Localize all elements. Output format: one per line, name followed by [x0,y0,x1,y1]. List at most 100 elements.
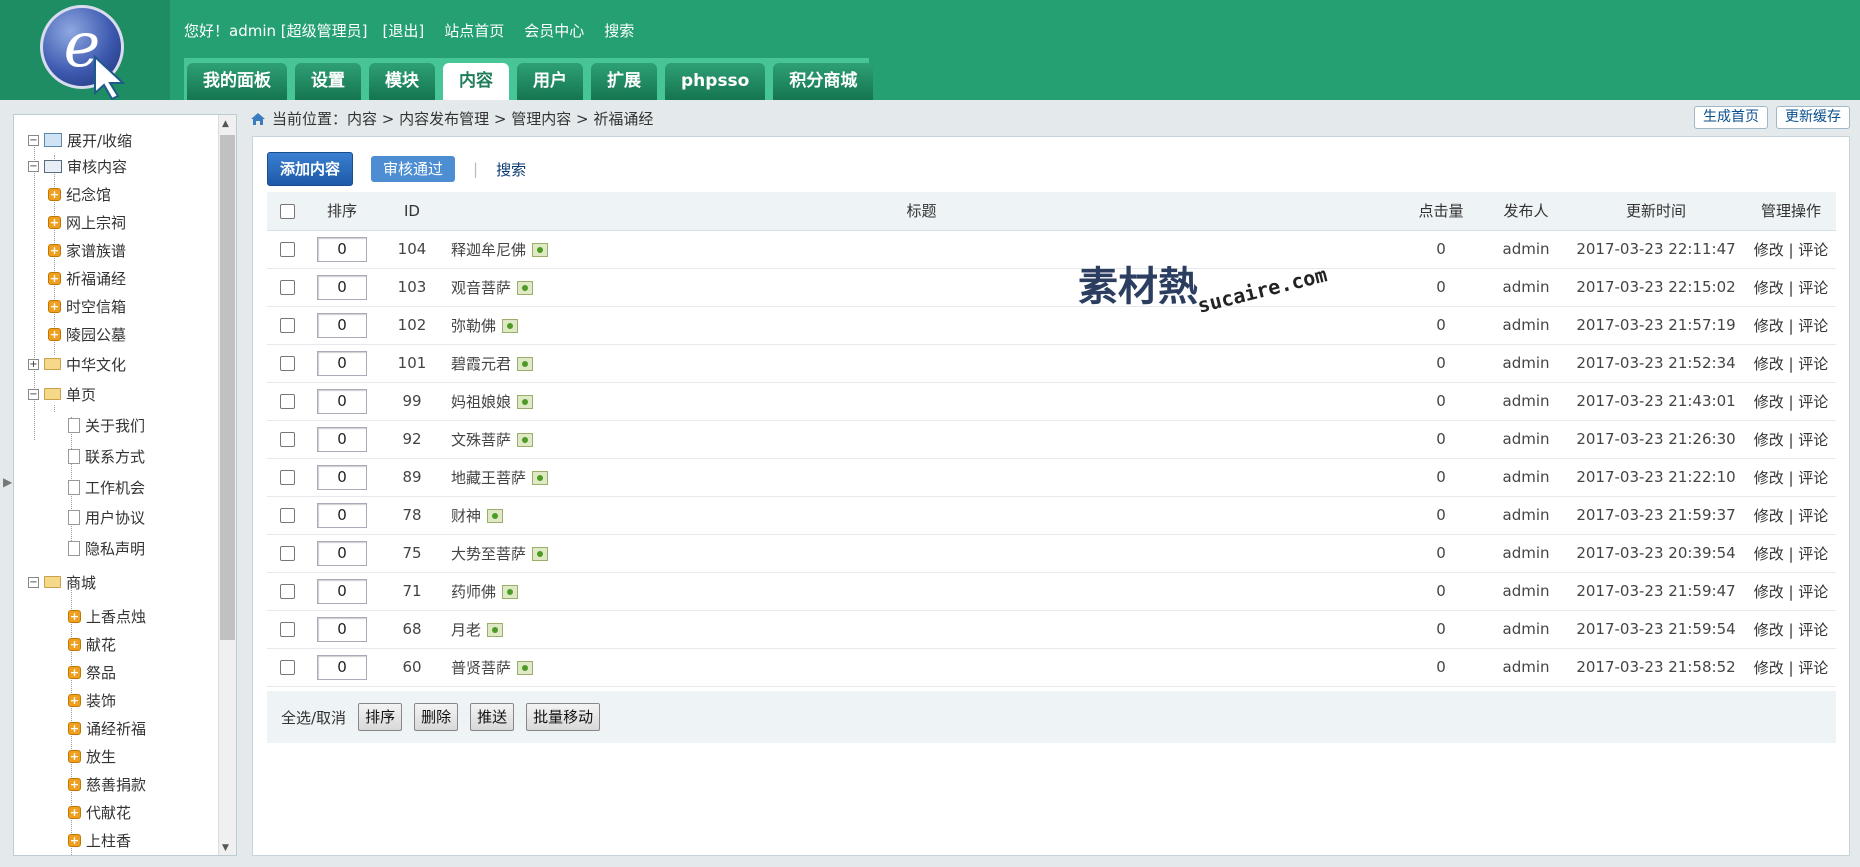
push-button[interactable]: 推送 [470,703,515,731]
tab-points-mall[interactable]: 积分商城 [773,63,874,100]
tree-item[interactable]: + 献花 [68,633,116,655]
add-content-button[interactable]: 添加内容 [267,152,354,186]
tab-my-panel[interactable]: 我的面板 [187,63,287,100]
row-ops[interactable]: 修改 | 评论 [1746,230,1836,269]
row-ops[interactable]: 修改 | 评论 [1746,268,1836,307]
row-checkbox[interactable] [279,356,295,371]
tab-settings[interactable]: 设置 [295,63,361,100]
tree-item[interactable]: 联系方式 [68,445,145,467]
tree-item[interactable]: 工作机会 [68,476,145,498]
tree-item[interactable]: + 代献花 [68,801,131,823]
row-title-link[interactable]: 文殊菩萨 [451,431,511,449]
order-input[interactable]: 0 [317,616,367,642]
row-title-link[interactable]: 弥勒佛 [451,317,496,335]
row-title-link[interactable]: 普贤菩萨 [451,659,511,677]
tree-review[interactable]: − 审核内容 [28,155,127,177]
row-ops[interactable]: 修改 | 评论 [1746,648,1836,687]
row-ops[interactable]: 修改 | 评论 [1746,420,1836,459]
row-title-link[interactable]: 释迦牟尼佛 [451,241,526,259]
row-checkbox[interactable] [279,242,295,257]
content-search-link[interactable]: 搜索 [496,159,526,180]
select-all-checkbox[interactable] [279,203,295,219]
tree-item[interactable]: + 装饰 [68,689,116,711]
tree-item[interactable]: + 祭品 [68,661,116,683]
tree-item[interactable]: + 时空信箱 [48,295,126,317]
order-input[interactable]: 0 [317,426,367,452]
approve-button[interactable]: 审核通过 [371,156,456,182]
row-ops[interactable]: 修改 | 评论 [1746,534,1836,573]
order-input[interactable]: 0 [317,236,367,262]
order-input[interactable]: 0 [317,274,367,300]
tree-item[interactable]: + 慈善捐款 [68,773,146,795]
row-title-link[interactable]: 观音菩萨 [451,279,511,297]
search-link[interactable]: 搜索 [604,20,634,41]
tree-item[interactable]: 隐私声明 [68,537,145,559]
row-checkbox[interactable] [279,584,295,599]
row-ops[interactable]: 修改 | 评论 [1746,344,1836,383]
row-checkbox[interactable] [279,280,295,295]
update-cache-button[interactable]: 更新缓存 [1776,106,1850,129]
row-checkbox[interactable] [279,318,295,333]
tree-item[interactable]: + 上柱香 [68,829,131,851]
order-input[interactable]: 0 [317,654,367,680]
row-checkbox[interactable] [279,394,295,409]
logout-link[interactable]: [退出] [382,20,424,41]
tab-modules[interactable]: 模块 [369,63,435,100]
batch-move-button[interactable]: 批量移动 [526,703,601,731]
tree-item[interactable]: + 家谱族谱 [48,239,126,261]
row-title-link[interactable]: 碧霞元君 [451,355,511,373]
order-input[interactable]: 0 [317,464,367,490]
order-input[interactable]: 0 [317,578,367,604]
sidebar-collapse-arrow-icon[interactable]: ▶ [3,475,12,489]
row-ops[interactable]: 修改 | 评论 [1746,610,1836,649]
order-input[interactable]: 0 [317,350,367,376]
tree-item[interactable]: + 祈福诵经 [48,267,126,289]
row-checkbox[interactable] [279,432,295,447]
generate-home-button[interactable]: 生成首页 [1694,106,1768,129]
site-home-link[interactable]: 站点首页 [444,20,504,41]
tab-users[interactable]: 用户 [517,63,583,100]
delete-button[interactable]: 删除 [414,703,459,731]
row-title-link[interactable]: 药师佛 [451,583,496,601]
tree-item[interactable]: 关于我们 [68,414,145,436]
tab-content[interactable]: 内容 [443,63,509,100]
row-ops[interactable]: 修改 | 评论 [1746,382,1836,421]
row-checkbox[interactable] [279,546,295,561]
order-input[interactable]: 0 [317,312,367,338]
tree-item[interactable]: + 陵园公墓 [48,323,126,345]
tree-culture[interactable]: + 中华文化 [28,353,126,375]
scrollbar-thumb[interactable] [220,135,235,640]
member-center-link[interactable]: 会员中心 [524,20,584,41]
sort-button[interactable]: 排序 [358,703,403,731]
tab-extensions[interactable]: 扩展 [591,63,657,100]
order-input[interactable]: 0 [317,540,367,566]
tree-single-page[interactable]: − 单页 [28,383,96,405]
row-checkbox[interactable] [279,660,295,675]
tree-mall[interactable]: − 商城 [28,571,96,593]
tree-expand-toggle[interactable]: − 展开/收缩 [28,129,132,151]
tree-item[interactable]: + 网上宗祠 [48,211,126,233]
row-title-link[interactable]: 地藏王菩萨 [451,469,526,487]
row-ops[interactable]: 修改 | 评论 [1746,306,1836,345]
tree-item[interactable]: + 诵经祈福 [68,717,146,739]
order-input[interactable]: 0 [317,502,367,528]
scroll-down-icon[interactable]: ▼ [222,843,229,853]
tree-item[interactable]: + 纪念馆 [48,183,111,205]
tab-phpsso[interactable]: phpsso [665,63,766,100]
row-ops[interactable]: 修改 | 评论 [1746,572,1836,611]
select-all-toggle[interactable]: 全选/取消 [281,707,346,728]
scroll-up-icon[interactable]: ▲ [222,119,229,129]
row-title-link[interactable]: 妈祖娘娘 [451,393,511,411]
row-checkbox[interactable] [279,470,295,485]
row-checkbox[interactable] [279,622,295,637]
row-ops[interactable]: 修改 | 评论 [1746,458,1836,497]
row-title-link[interactable]: 月老 [451,621,481,639]
tree-item[interactable]: 用户协议 [68,506,145,528]
row-checkbox[interactable] [279,508,295,523]
tree-item[interactable]: + 放生 [68,745,116,767]
tree-item[interactable]: + 上香点烛 [68,605,146,627]
row-ops[interactable]: 修改 | 评论 [1746,496,1836,535]
sidebar-scrollbar[interactable]: ▲ ▼ [218,115,236,855]
order-input[interactable]: 0 [317,388,367,414]
row-title-link[interactable]: 财神 [451,507,481,525]
